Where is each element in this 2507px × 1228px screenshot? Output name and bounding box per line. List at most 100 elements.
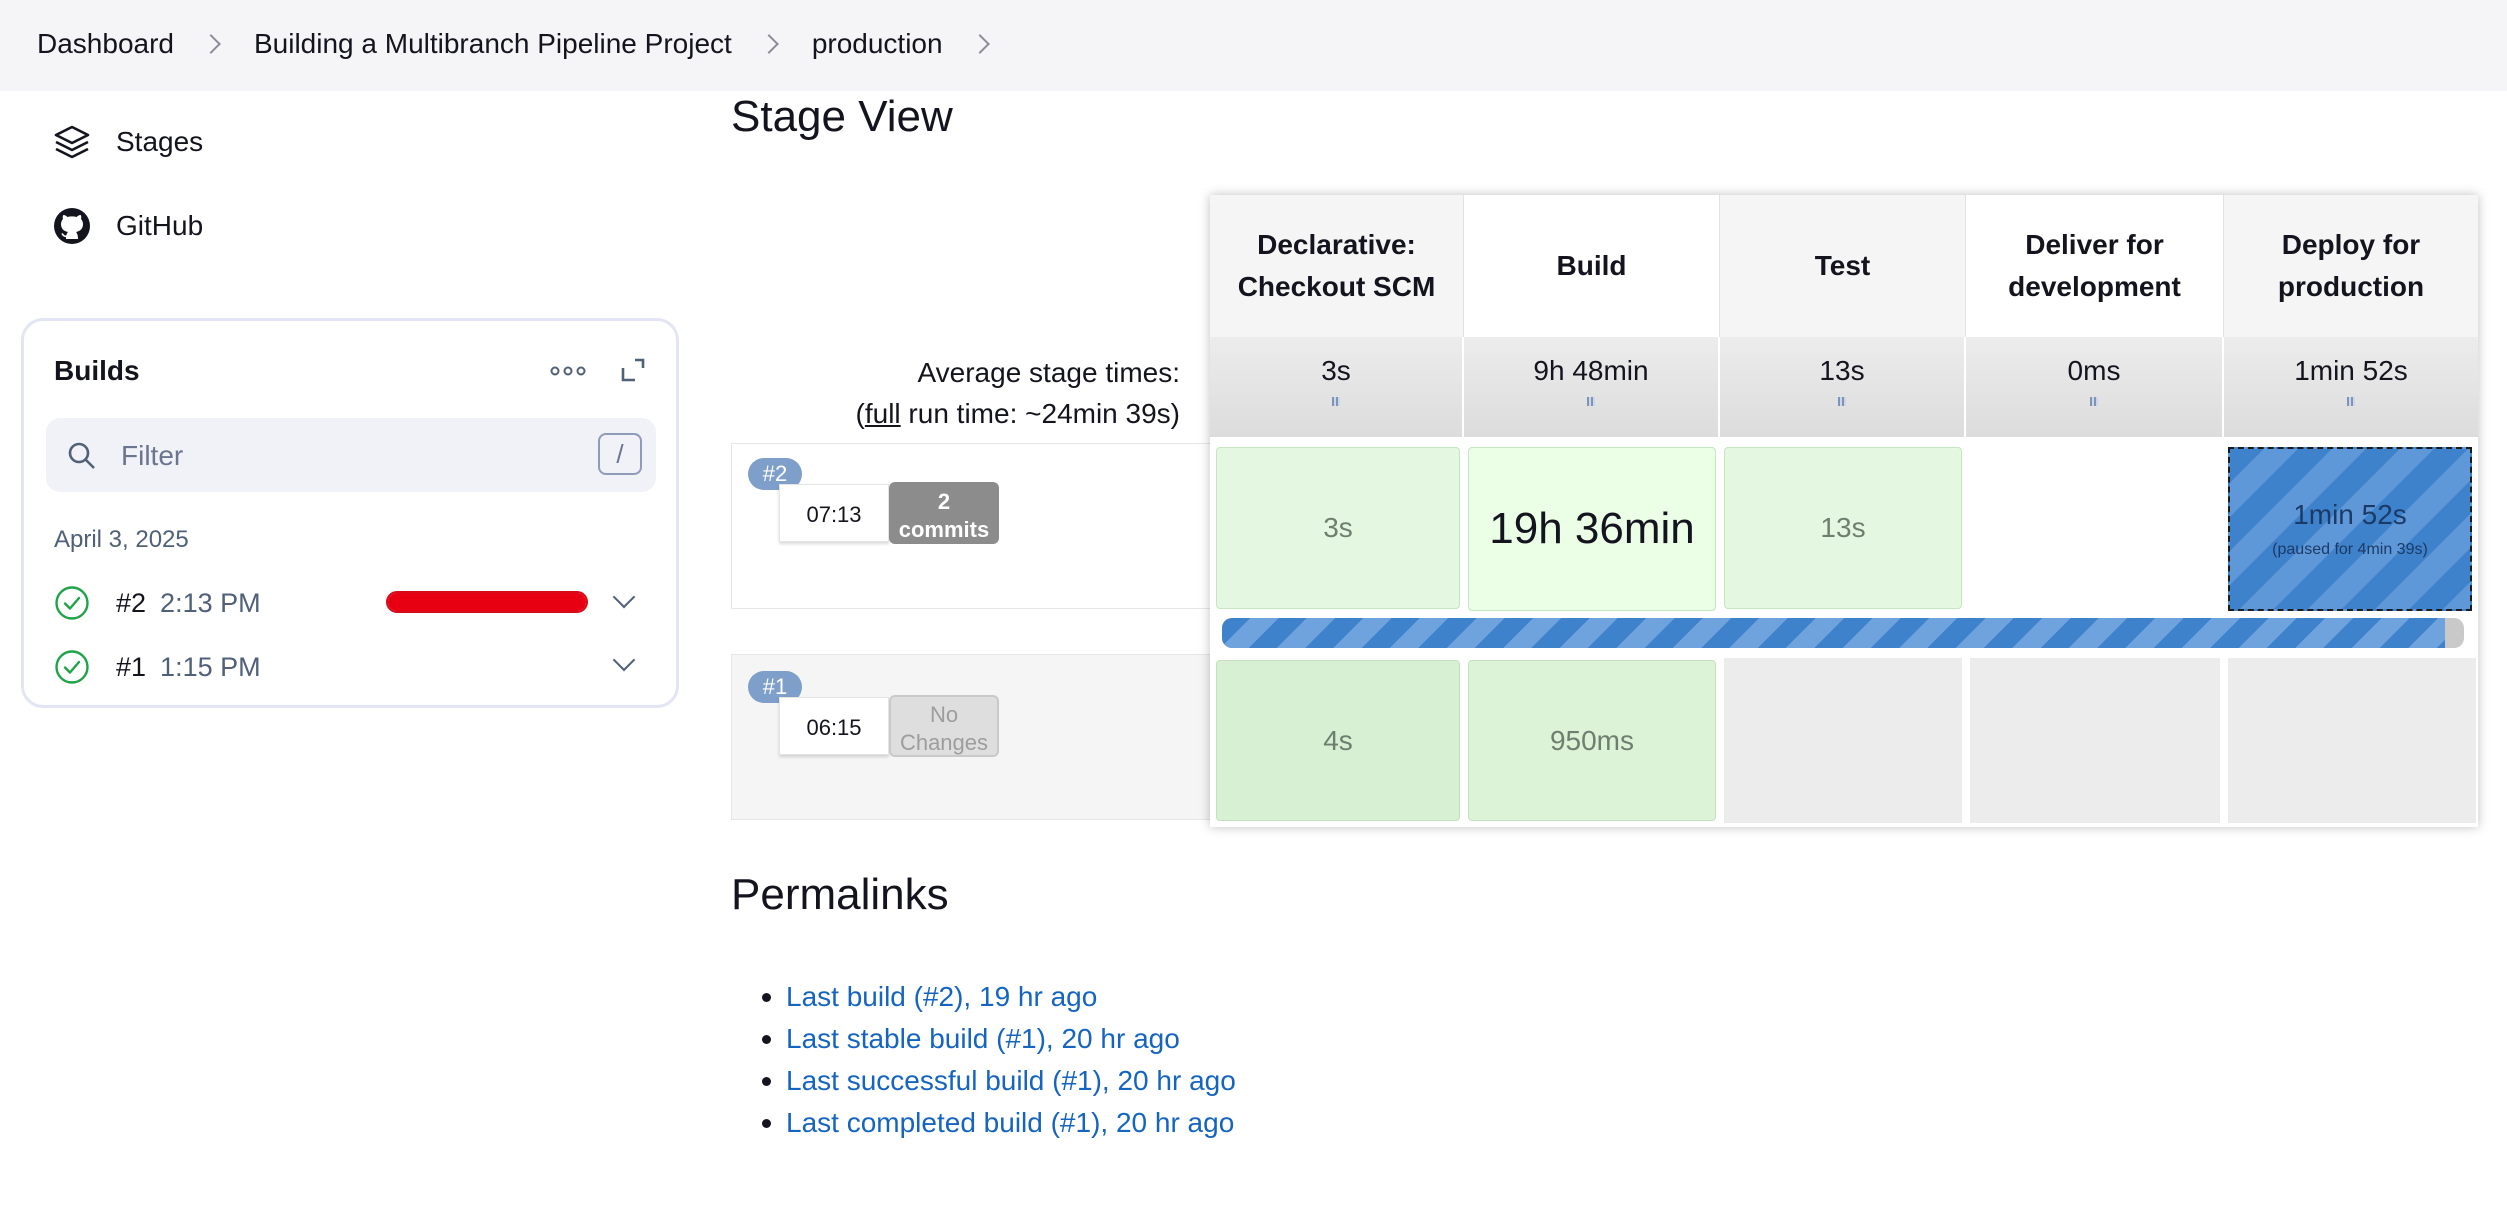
- changes-button[interactable]: 2 commits: [889, 482, 999, 544]
- expand-icon[interactable]: [618, 355, 648, 385]
- average-stage-times-label: Average stage times:: [917, 357, 1180, 388]
- builds-title: Builds: [54, 355, 140, 386]
- stage-average-time: 9h 48min: [1464, 337, 1720, 437]
- stage-name: Deliver for: [2025, 229, 2164, 260]
- stages-icon: [54, 125, 90, 159]
- permalinks-title: Permalinks: [731, 870, 949, 919]
- breadcrumb: Dashboard Building a Multibranch Pipelin…: [37, 28, 1023, 60]
- sidebar-item-github[interactable]: GitHub: [52, 206, 203, 246]
- sidebar-item-label: Stages: [116, 126, 204, 157]
- changes-label: Changes: [899, 730, 989, 755]
- average-marker: [1332, 397, 1340, 406]
- stage-name: Deploy for: [2281, 229, 2421, 260]
- stage-average-time: 1min 52s: [2224, 337, 2478, 437]
- changes-label: No: [929, 702, 959, 727]
- stage-duration: 4s: [1323, 724, 1353, 756]
- stage-name: Declarative:: [1257, 229, 1416, 260]
- permalinks-list: Last build (#2), 19 hr ago Last stable b…: [762, 976, 1236, 1144]
- run-progress-bar: [1222, 618, 2464, 648]
- run-time-prefix: (: [855, 398, 865, 429]
- stage-header: Test: [1720, 195, 1966, 337]
- run-start-time: 06:15: [779, 697, 889, 755]
- success-check-icon: [55, 586, 89, 620]
- breadcrumb-dashboard[interactable]: Dashboard: [37, 28, 174, 60]
- stage-duration: 3s: [1323, 512, 1353, 543]
- average-marker: [2347, 397, 2355, 406]
- stage-cell: [2228, 658, 2476, 823]
- stage-view-table: Declarative: Checkout SCM Build Test Deli…: [1210, 195, 2478, 827]
- run-progress-fill: [1222, 618, 2446, 648]
- build-time: 2:13 PM: [160, 587, 261, 618]
- stage-view-title: Stage View: [731, 92, 953, 141]
- breadcrumb-project[interactable]: Building a Multibranch Pipeline Project: [254, 28, 732, 60]
- build-progress-fill: [388, 593, 586, 611]
- changes-count: 2: [937, 489, 951, 514]
- stage-header: Build: [1464, 195, 1720, 337]
- success-check-icon: [55, 650, 89, 684]
- build-time: 1:15 PM: [160, 651, 261, 682]
- stage-average-time: 3s: [1210, 337, 1464, 437]
- stage-name: Checkout SCM: [1237, 271, 1436, 302]
- chevron-right-icon: [758, 34, 779, 54]
- chevron-right-icon: [201, 34, 221, 54]
- changes-label: commits: [898, 517, 990, 542]
- stage-name: production: [2277, 271, 2425, 302]
- stage-cell: [1970, 658, 2220, 823]
- stage-header: Declarative: Checkout SCM: [1210, 195, 1464, 337]
- stage-average-time: 13s: [1720, 337, 1966, 437]
- stage-average-time: 0ms: [1966, 337, 2224, 437]
- stage-cell[interactable]: 19h 36min: [1468, 447, 1716, 611]
- stage-average-value: 13s: [1819, 355, 1865, 386]
- build-progress-bar: [386, 591, 588, 613]
- average-marker: [1587, 397, 1595, 406]
- stage-average-value: 3s: [1321, 355, 1351, 386]
- stage-cell: [1970, 447, 2220, 609]
- permalink-last-successful-build[interactable]: Last successful build (#1), 20 hr ago: [762, 1060, 1236, 1102]
- stage-cell: [1724, 658, 1962, 823]
- permalink-last-build[interactable]: Last build (#2), 19 hr ago: [762, 976, 1236, 1018]
- run-row: #2 07:13 2 commits: [731, 443, 1211, 609]
- stage-duration: 1min 52s: [2293, 499, 2407, 530]
- chevron-right-icon[interactable]: [969, 34, 990, 54]
- breadcrumb-bar: Dashboard Building a Multibranch Pipelin…: [0, 0, 2507, 91]
- stage-header: Deploy for production: [2224, 195, 2478, 337]
- permalink-last-completed-build[interactable]: Last completed build (#1), 20 hr ago: [762, 1102, 1236, 1144]
- stage-cell[interactable]: 3s: [1216, 447, 1460, 609]
- sidebar-item-stages[interactable]: Stages: [52, 122, 203, 162]
- stage-name: Build: [1556, 250, 1627, 281]
- average-marker: [2090, 397, 2098, 406]
- sidebar-item-label: GitHub: [116, 210, 204, 241]
- paused-note: (paused for 4min 39s): [2272, 541, 2428, 558]
- build-number[interactable]: #2: [116, 588, 146, 619]
- stage-average-value: 0ms: [2067, 355, 2121, 386]
- search-icon: [68, 442, 95, 469]
- full-run-time-link[interactable]: full: [865, 398, 901, 429]
- stage-duration: 19h 36min: [1489, 504, 1695, 553]
- changes-button[interactable]: No Changes: [889, 695, 999, 757]
- build-row[interactable]: #2 2:13 PM: [54, 583, 261, 623]
- run-time-suffix: run time: ~24min 39s): [900, 398, 1180, 429]
- stage-name: development: [2008, 271, 2181, 302]
- more-options-icon[interactable]: [548, 361, 588, 381]
- filter-input[interactable]: Filter /: [46, 418, 656, 492]
- chevron-down-icon[interactable]: [612, 648, 636, 672]
- stage-name: Test: [1814, 250, 1871, 281]
- stage-cell[interactable]: 13s: [1724, 447, 1962, 609]
- average-marker: [1838, 397, 1846, 406]
- stage-average-value: 9h 48min: [1533, 355, 1649, 386]
- stage-cell-paused[interactable]: 1min 52s (paused for 4min 39s): [2228, 447, 2472, 611]
- permalink-last-stable-build[interactable]: Last stable build (#1), 20 hr ago: [762, 1018, 1236, 1060]
- breadcrumb-branch[interactable]: production: [812, 28, 943, 60]
- stage-header: Deliver for development: [1966, 195, 2224, 337]
- builds-date: April 3, 2025: [54, 526, 189, 553]
- builds-panel: Builds Filter / April 3, 2025 #2 2:13 PM: [21, 318, 679, 708]
- run-start-time: 07:13: [779, 484, 889, 542]
- run-row: #1 06:15 No Changes: [731, 654, 1211, 820]
- full-run-time-label: (full run time: ~24min 39s): [760, 398, 1180, 430]
- build-number[interactable]: #1: [116, 652, 146, 683]
- stage-cell[interactable]: 4s: [1216, 660, 1460, 821]
- build-row[interactable]: #1 1:15 PM: [54, 647, 261, 687]
- chevron-down-icon[interactable]: [612, 585, 636, 609]
- stage-duration: 950ms: [1549, 724, 1635, 756]
- stage-cell[interactable]: 950ms: [1468, 660, 1716, 821]
